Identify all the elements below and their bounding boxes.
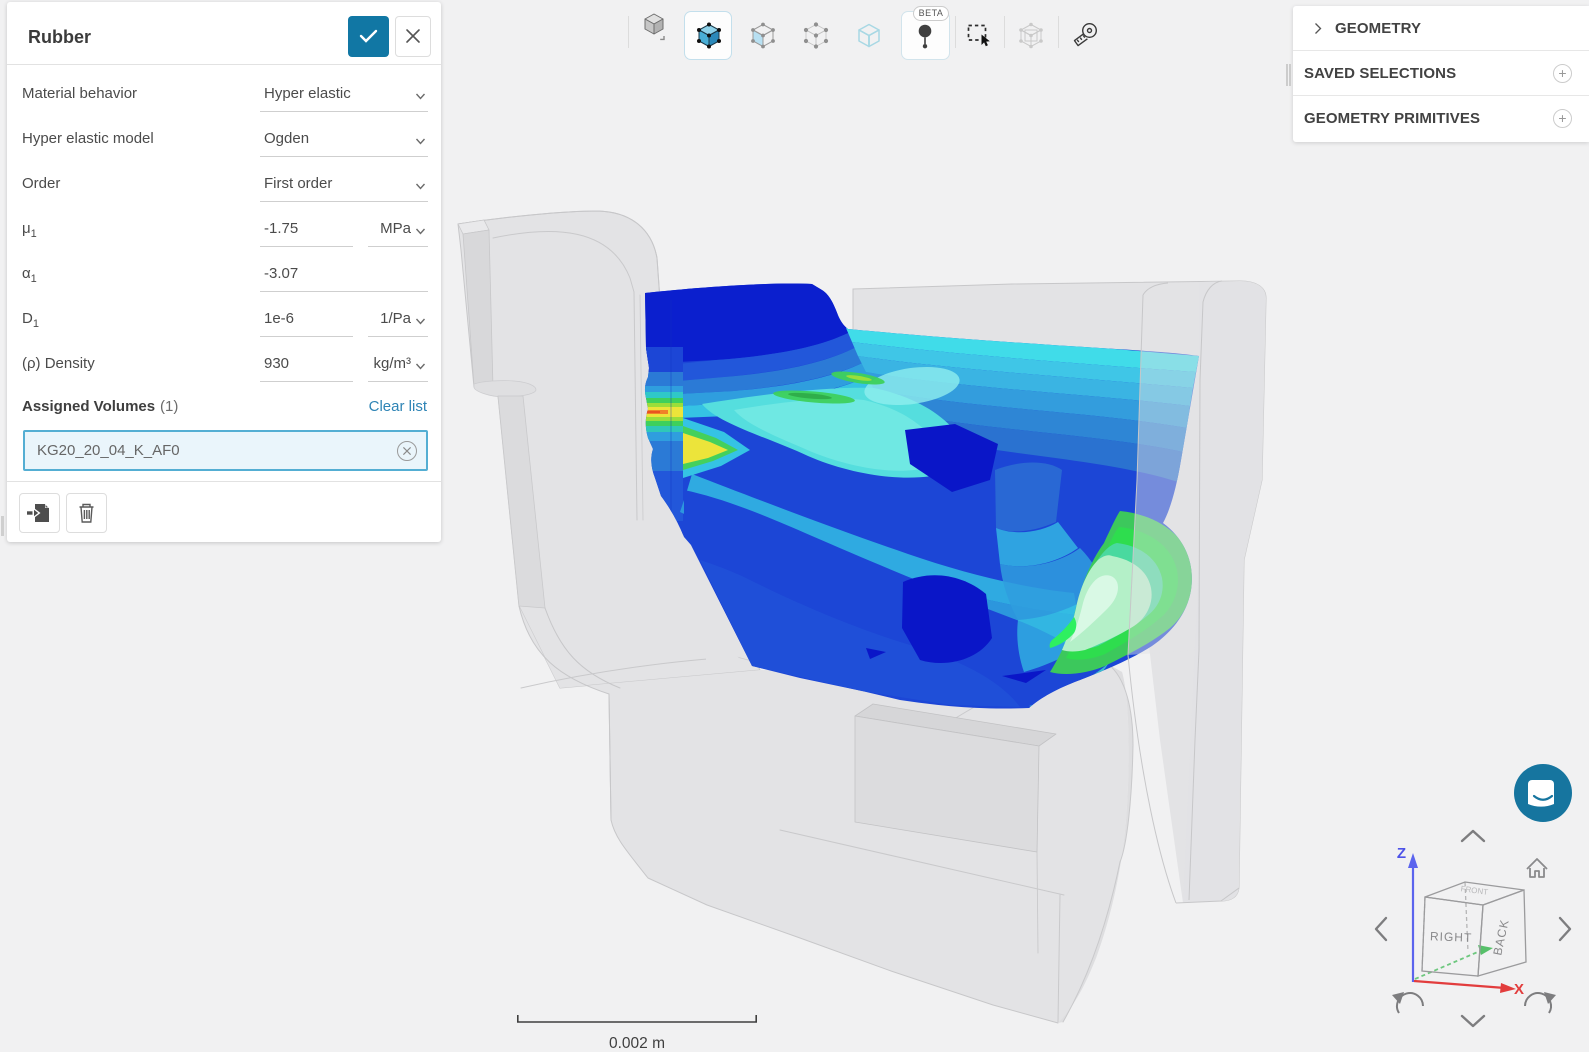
svg-text:X: X [1514,981,1524,998]
svg-text:BACK: BACK [1490,918,1511,957]
svg-text:0.002 m: 0.002 m [609,1035,665,1052]
svg-text:Z: Z [1397,845,1406,862]
svg-text:FRONT: FRONT [1460,884,1489,897]
svg-text:RIGHT: RIGHT [1430,929,1473,944]
